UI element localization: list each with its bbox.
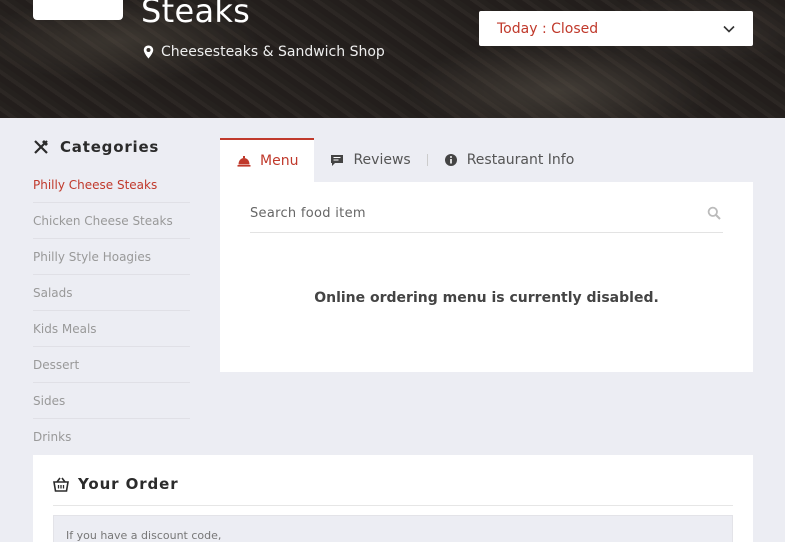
menu-disabled-message: Online ordering menu is currently disabl… bbox=[314, 290, 659, 306]
restaurant-name: Steaks bbox=[141, 0, 251, 30]
categories-title: Categories bbox=[60, 138, 160, 156]
tab-menu-label: Menu bbox=[260, 153, 299, 169]
restaurant-type: Cheesesteaks & Sandwich Shop bbox=[143, 44, 385, 60]
tab-menu[interactable]: Menu bbox=[220, 138, 315, 182]
tab-reviews[interactable]: Reviews bbox=[314, 138, 426, 182]
category-item-salads[interactable]: Salads bbox=[33, 275, 190, 311]
order-divider bbox=[53, 505, 733, 506]
discount-code-text: If you have a discount code, bbox=[66, 529, 222, 542]
chevron-down-icon bbox=[723, 25, 735, 33]
restaurant-logo bbox=[33, 0, 123, 20]
search-icon[interactable] bbox=[707, 206, 721, 220]
category-item-sides[interactable]: Sides bbox=[33, 383, 190, 419]
menu-tabs: Menu Reviews Restaurant Info bbox=[220, 138, 590, 182]
tab-restaurant-info-label: Restaurant Info bbox=[466, 152, 575, 168]
utensils-cross-icon bbox=[34, 140, 48, 154]
categories-header: Categories bbox=[33, 138, 159, 156]
restaurant-type-label: Cheesesteaks & Sandwich Shop bbox=[161, 44, 385, 60]
food-search-input[interactable] bbox=[250, 205, 670, 221]
order-header: Your Order bbox=[53, 475, 179, 493]
order-title: Your Order bbox=[78, 475, 179, 493]
category-item-philly-cheese-steaks[interactable]: Philly Cheese Steaks bbox=[33, 167, 190, 203]
discount-code-box[interactable]: If you have a discount code, bbox=[53, 515, 733, 542]
category-item-dessert[interactable]: Dessert bbox=[33, 347, 190, 383]
comment-icon bbox=[331, 155, 344, 166]
category-item-philly-style-hoagies[interactable]: Philly Style Hoagies bbox=[33, 239, 190, 275]
tab-reviews-label: Reviews bbox=[353, 152, 411, 168]
location-pin-icon bbox=[143, 45, 154, 59]
category-item-chicken-cheese-steaks[interactable]: Chicken Cheese Steaks bbox=[33, 203, 190, 239]
info-icon bbox=[444, 154, 457, 166]
order-panel: Your Order If you have a discount code, bbox=[33, 455, 753, 542]
restaurant-hero-banner: Steaks Cheesesteaks & Sandwich Shop Toda… bbox=[0, 0, 785, 118]
category-item-kids-meals[interactable]: Kids Meals bbox=[33, 311, 190, 347]
food-search-bar bbox=[250, 194, 723, 233]
basket-icon bbox=[53, 477, 69, 492]
categories-list: Philly Cheese Steaks Chicken Cheese Stea… bbox=[33, 167, 190, 455]
tab-restaurant-info[interactable]: Restaurant Info bbox=[428, 138, 591, 182]
hours-dropdown[interactable]: Today : Closed bbox=[479, 11, 753, 46]
hours-selected-value: Today : Closed bbox=[497, 20, 599, 37]
menu-panel: Online ordering menu is currently disabl… bbox=[220, 182, 753, 372]
cloche-icon bbox=[237, 156, 251, 167]
category-item-drinks[interactable]: Drinks bbox=[33, 419, 190, 455]
